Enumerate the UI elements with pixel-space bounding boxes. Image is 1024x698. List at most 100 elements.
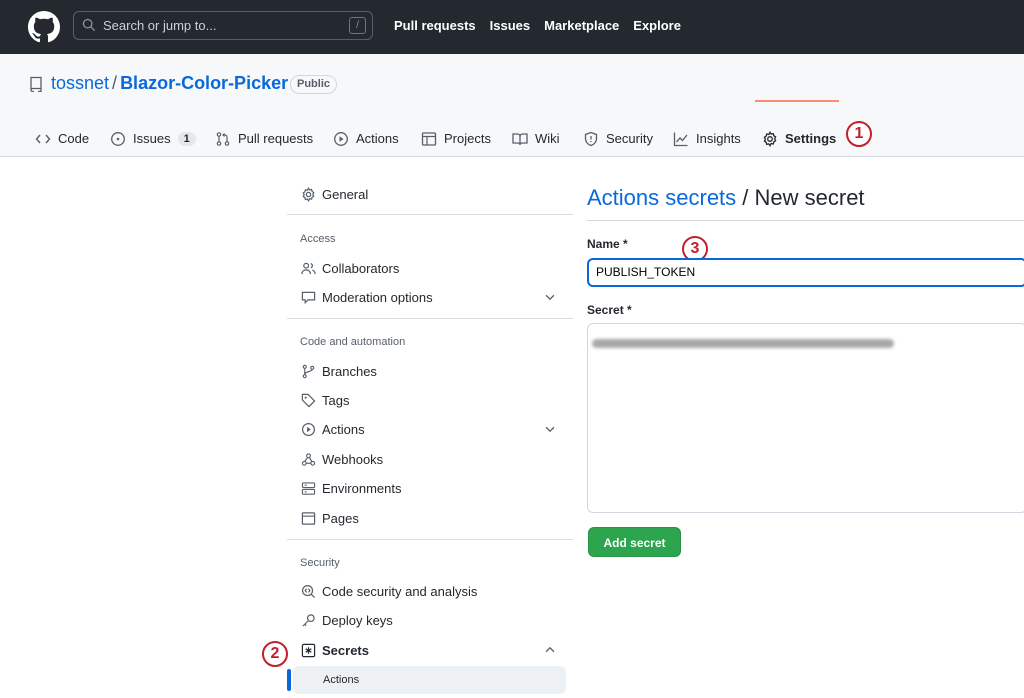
issue-icon <box>111 131 125 146</box>
tab-code[interactable]: Code <box>35 120 89 157</box>
repo-owner-link[interactable]: tossnet <box>51 73 109 93</box>
github-logo-icon[interactable] <box>28 11 60 43</box>
sidebar-item-webhooks[interactable]: Webhooks <box>287 445 573 473</box>
shield-icon <box>584 131 598 146</box>
tab-issues-label: Issues <box>133 131 171 146</box>
sidebar-divider <box>287 214 573 215</box>
tab-wiki-label: Wiki <box>535 131 560 146</box>
name-input[interactable]: PUBLISH_TOKEN <box>587 258 1024 287</box>
sidebar-subitem-label: Actions <box>323 674 360 686</box>
webhook-icon <box>301 452 316 466</box>
code-icon <box>35 134 51 143</box>
tab-settings-label: Settings <box>785 131 837 146</box>
play-icon <box>334 131 348 146</box>
sidebar-item-moderation[interactable]: Moderation options <box>287 283 573 311</box>
key-icon <box>302 613 315 627</box>
chevron-down-icon <box>545 426 555 433</box>
pull-request-icon <box>216 131 230 146</box>
tab-settings[interactable]: Settings <box>762 120 836 157</box>
tab-insights[interactable]: Insights <box>673 120 741 157</box>
sidebar-item-label: General <box>322 186 369 202</box>
page-title-current: / New secret <box>736 185 865 210</box>
repo-name-link[interactable]: Blazor-Color-Picker <box>120 73 288 93</box>
sidebar-item-label: Actions <box>322 421 365 437</box>
tag-icon <box>301 393 316 407</box>
actions-secrets-link[interactable]: Actions secrets <box>587 185 736 210</box>
sidebar-divider <box>287 318 573 319</box>
play-icon <box>301 422 316 436</box>
tab-security-label: Security <box>606 131 653 146</box>
server-icon <box>301 481 316 495</box>
repo-header: tossnet / Blazor-Color-Picker Public Code … <box>0 54 1024 157</box>
tab-pull-requests-label: Pull requests <box>238 131 314 146</box>
gear-icon <box>302 186 315 202</box>
search-placeholder: Search or jump to... <box>103 18 217 33</box>
sidebar-item-general[interactable]: General <box>287 180 573 208</box>
top-nav: Pull requests Issues Marketplace Explore <box>394 18 695 33</box>
secret-textarea[interactable] <box>587 323 1024 513</box>
secret-label: Secret * <box>587 303 632 317</box>
global-header: Search or jump to... / Pull requests Iss… <box>0 0 1024 54</box>
issues-counter: 1 <box>177 131 196 146</box>
selected-tab-underline <box>755 100 839 102</box>
sidebar-item-actions[interactable]: Actions <box>287 415 573 443</box>
tab-actions[interactable]: Actions <box>333 120 399 157</box>
sidebar-item-code-security[interactable]: Code security and analysis <box>287 577 573 605</box>
visibility-badge: Public <box>290 75 338 94</box>
browser-icon <box>301 511 316 525</box>
add-secret-button[interactable]: Add secret <box>588 527 681 557</box>
book-icon <box>512 132 528 145</box>
sidebar-item-secrets[interactable]: Secrets <box>287 636 573 664</box>
repo-title-separator: / <box>112 73 118 93</box>
redacted-secret-value <box>592 339 894 348</box>
sidebar-subitem-secrets-actions[interactable]: Actions <box>293 666 566 694</box>
sidebar-item-label: Secrets <box>322 642 369 658</box>
sidebar-item-branches[interactable]: Branches <box>287 357 573 385</box>
repo-icon <box>30 76 42 92</box>
sidebar-item-collaborators[interactable]: Collaborators <box>287 254 573 282</box>
sidebar-heading-access: Access <box>300 233 336 245</box>
tab-security[interactable]: Security <box>583 120 653 157</box>
tab-projects[interactable]: Projects <box>421 120 491 157</box>
sidebar-divider <box>287 539 573 540</box>
sidebar-heading-code-automation: Code and automation <box>300 336 406 348</box>
sidebar-item-label: Tags <box>322 392 350 408</box>
search-input[interactable]: Search or jump to... / <box>73 11 373 40</box>
nav-issues[interactable]: Issues <box>490 18 530 33</box>
tab-code-label: Code <box>58 131 90 146</box>
sidebar-item-label: Webhooks <box>322 451 384 467</box>
sidebar-item-label: Deploy keys <box>322 612 393 628</box>
nav-pull-requests[interactable]: Pull requests <box>394 18 476 33</box>
branch-icon <box>302 364 315 378</box>
chevron-down-icon <box>545 294 555 301</box>
search-icon <box>82 18 96 32</box>
sidebar-heading-security: Security <box>300 557 340 569</box>
sidebar-item-label: Moderation options <box>322 289 433 305</box>
search-shortcut-key: / <box>349 17 366 34</box>
callout-2: 2 <box>262 641 288 667</box>
sidebar-item-label: Code security and analysis <box>322 583 478 599</box>
callout-1: 1 <box>846 121 872 147</box>
sidebar-item-label: Collaborators <box>322 260 400 276</box>
sidebar-item-tags[interactable]: Tags <box>287 386 573 414</box>
tab-issues[interactable]: Issues 1 <box>110 120 196 157</box>
nav-marketplace[interactable]: Marketplace <box>544 18 619 33</box>
tab-wiki[interactable]: Wiki <box>512 120 560 157</box>
sidebar-item-pages[interactable]: Pages <box>287 504 573 532</box>
chevron-up-icon <box>545 646 555 653</box>
nav-explore[interactable]: Explore <box>633 18 681 33</box>
sidebar-item-deploy-keys[interactable]: Deploy keys <box>287 606 573 634</box>
table-icon <box>421 131 437 146</box>
sidebar-item-label: Branches <box>322 363 377 379</box>
sidebar-item-environments[interactable]: Environments <box>287 474 573 502</box>
graph-icon <box>673 132 688 146</box>
tab-pull-requests[interactable]: Pull requests <box>215 120 313 157</box>
asterisk-box-icon <box>301 643 316 657</box>
active-item-indicator <box>287 669 291 691</box>
tab-projects-label: Projects <box>444 131 491 146</box>
tab-actions-label: Actions <box>356 131 399 146</box>
page-title: Actions secrets / New secret <box>587 185 865 211</box>
gear-icon <box>763 130 777 147</box>
name-label: Name * <box>587 237 628 251</box>
tab-insights-label: Insights <box>696 131 741 146</box>
